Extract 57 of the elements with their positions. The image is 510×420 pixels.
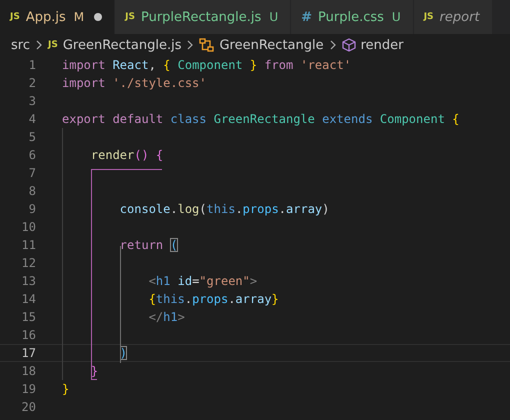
code-line: import './style.css' xyxy=(62,76,206,90)
line-number: 19 xyxy=(20,382,36,396)
line-number: 16 xyxy=(20,328,36,342)
git-status: M xyxy=(74,10,84,24)
cube-icon xyxy=(342,38,356,52)
git-status: U xyxy=(269,10,278,24)
editor-tab[interactable]: JS App.js M xyxy=(0,0,116,34)
code-line: render() { xyxy=(90,148,164,162)
code-line: <h1 id="green"> xyxy=(148,274,258,288)
js-file-icon: JS xyxy=(424,12,434,22)
js-file-icon: JS xyxy=(125,12,135,22)
code-line: } xyxy=(90,364,98,378)
tab-label: App.js xyxy=(26,10,66,24)
breadcrumb-item[interactable]: GreenRectangle.js xyxy=(62,38,182,52)
editor-tab[interactable]: JS PurpleRectangle.js U xyxy=(115,0,292,34)
js-file-icon: JS xyxy=(10,12,20,22)
breadcrumb-item[interactable]: render xyxy=(360,38,404,52)
line-number: 15 xyxy=(20,310,36,324)
line-number: 7 xyxy=(28,166,36,180)
line-number: 10 xyxy=(20,220,36,234)
tab-label: Purple.css xyxy=(318,10,384,24)
line-number: 12 xyxy=(20,256,36,270)
code-line: export default class GreenRectangle extends Component { xyxy=(62,112,460,126)
line-number: 1 xyxy=(28,58,36,72)
line-number: 14 xyxy=(20,292,36,306)
code-line: } xyxy=(62,382,70,396)
code-line: return ( xyxy=(118,238,178,252)
editor-tab[interactable]: # Purple.css U xyxy=(291,0,414,34)
line-number: 20 xyxy=(20,400,36,414)
line-number: 5 xyxy=(28,130,36,144)
code-line: import React, { Component } from 'react' xyxy=(62,58,352,72)
editor-tab[interactable]: JS report xyxy=(414,0,493,34)
line-number: 13 xyxy=(20,274,36,288)
git-status: U xyxy=(392,10,401,24)
chevron-icon xyxy=(328,40,337,50)
hash-icon: # xyxy=(301,10,312,24)
js-file-icon: JS xyxy=(48,40,58,50)
breadcrumb-item[interactable]: GreenRectangle xyxy=(219,38,324,52)
line-number: 18 xyxy=(20,364,36,378)
chevron-icon xyxy=(186,40,194,50)
line-number: 3 xyxy=(28,94,36,108)
line-number: 8 xyxy=(28,184,36,198)
line-number: 11 xyxy=(20,238,36,252)
code-line: </h1> xyxy=(148,310,185,324)
line-number: 2 xyxy=(28,76,36,90)
class-icon xyxy=(199,38,214,52)
code-line: console.log(this.props.array) xyxy=(118,202,330,216)
chevron-icon xyxy=(34,40,43,50)
line-number: 17 xyxy=(20,346,36,360)
line-number: 6 xyxy=(28,148,36,162)
tab-label: report xyxy=(440,10,480,24)
unsaved-dot-icon xyxy=(94,13,102,21)
breadcrumb-item[interactable]: src xyxy=(11,38,30,52)
tab-label: PurpleRectangle.js xyxy=(140,10,262,24)
line-number: 4 xyxy=(28,112,36,126)
line-number: 9 xyxy=(28,202,36,216)
code-line: {this.props.array} xyxy=(148,292,279,306)
